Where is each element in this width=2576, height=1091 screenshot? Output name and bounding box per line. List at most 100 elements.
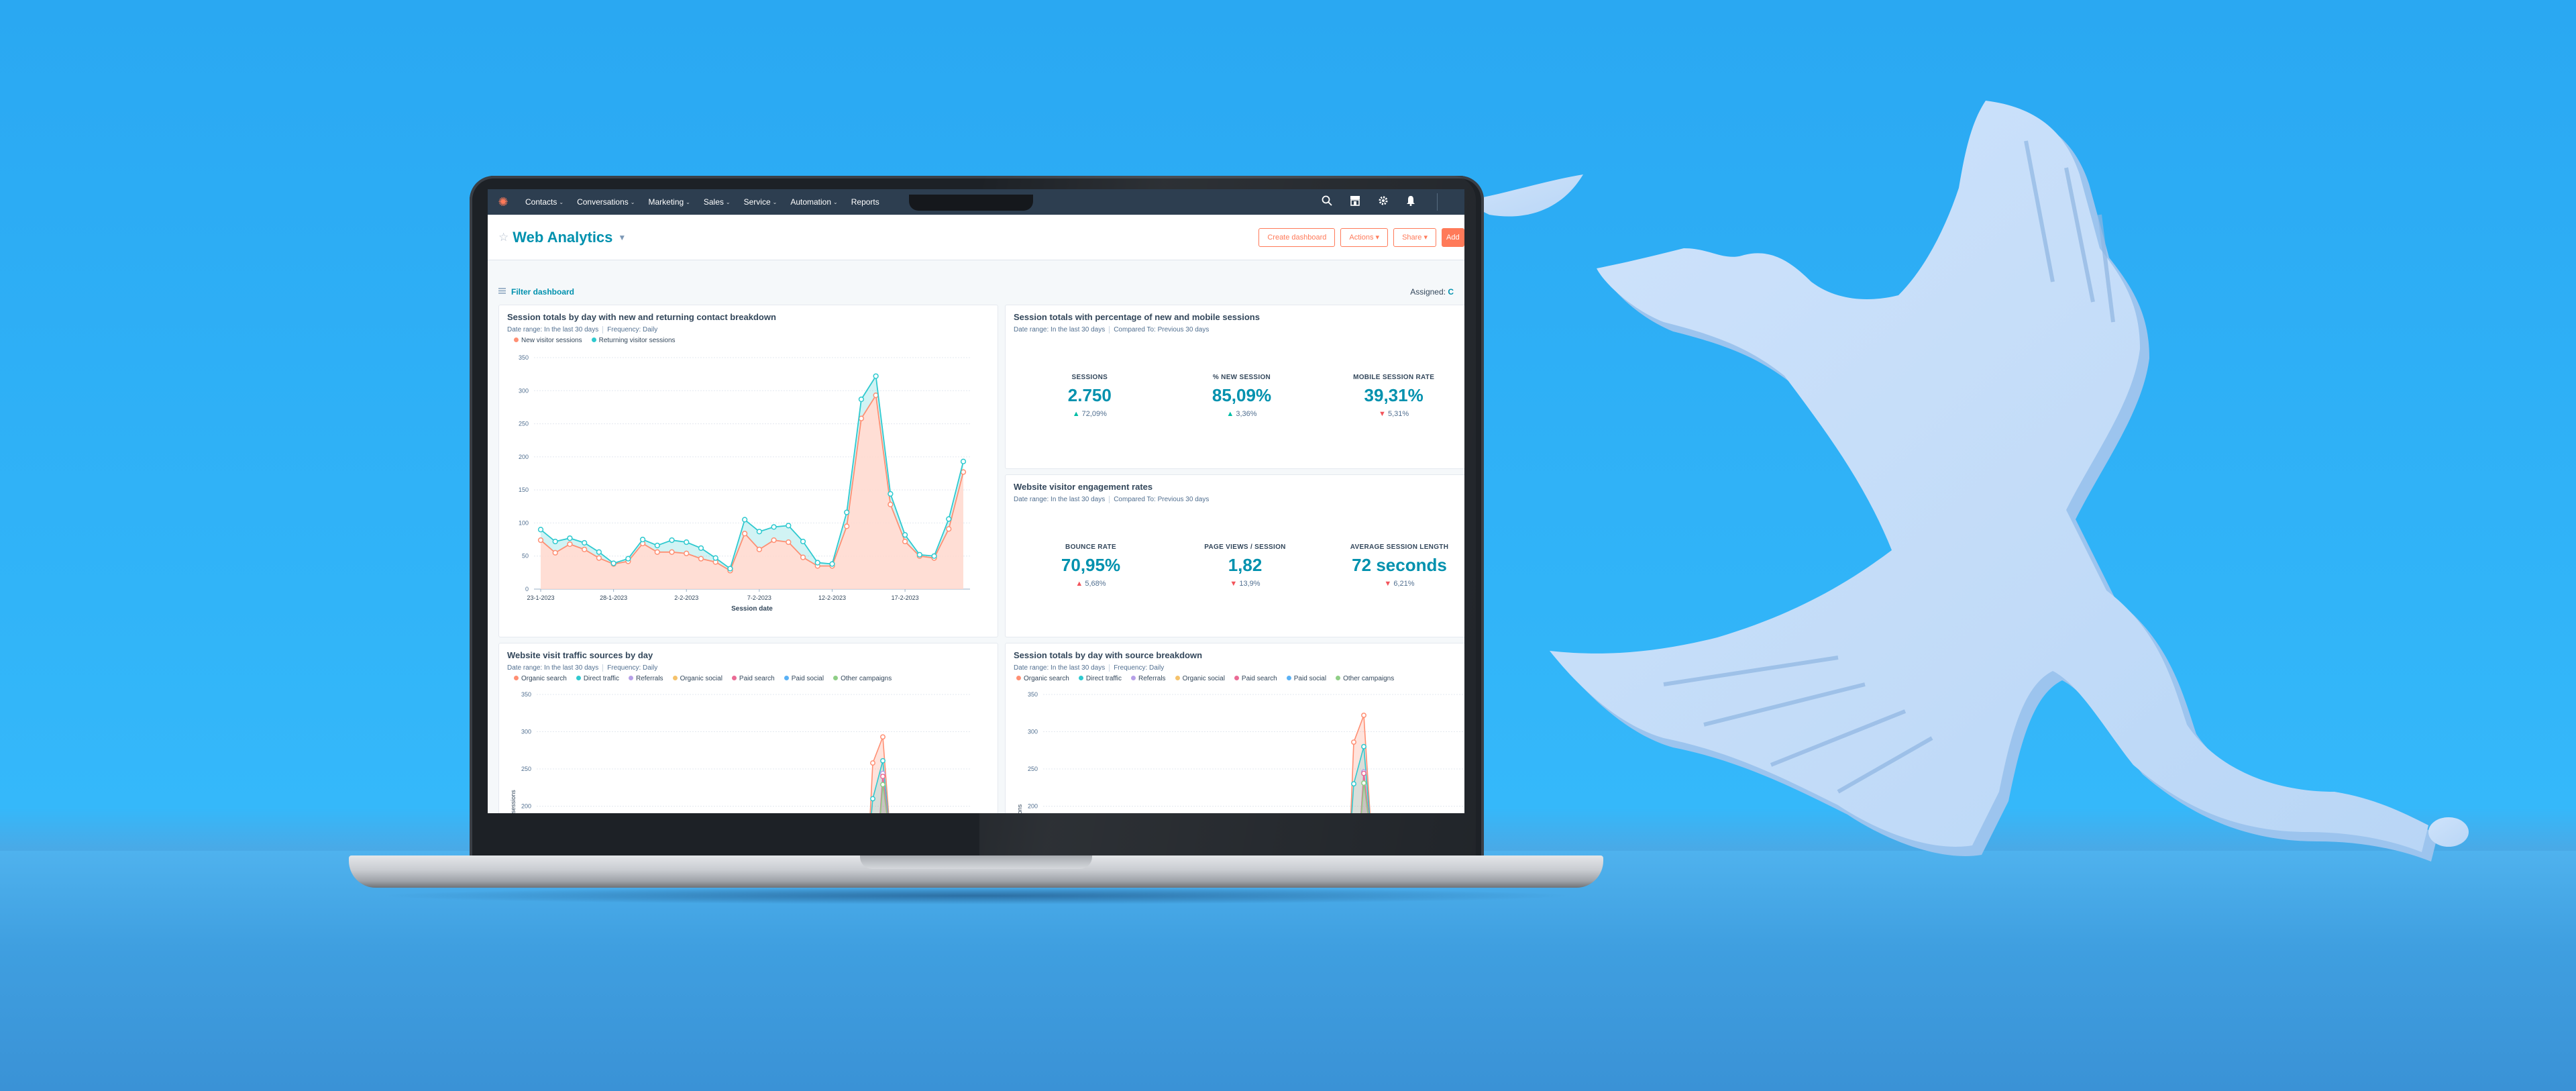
source-breakdown-chart: 200 250 300 350 Sessions [1016,691,1464,813]
kpi-change-value: 5,68% [1085,580,1106,588]
legend-dot-icon [591,337,596,343]
legend-dot-icon [833,676,839,681]
legend-dot-icon [672,676,678,681]
legend-dot-icon [1336,676,1341,681]
nav-item-conversations[interactable]: Conversations ⌄ [577,197,635,207]
new-visitor-point [756,546,763,553]
chevron-down-icon: ⌄ [686,199,690,205]
dashboard-switcher-caret-icon[interactable]: ▼ [618,233,626,242]
legend-item[interactable]: Other campaigns [833,675,892,682]
returning-visitor-point [567,535,573,541]
filter-sliders-icon [498,287,506,297]
legend-item[interactable]: Organic search [1016,675,1069,682]
legend-item[interactable]: Direct traffic [1078,675,1122,682]
kpi-change-value: 13,9% [1239,580,1260,588]
legend-label: Referrals [635,675,663,683]
legend-item[interactable]: Returning visitor sessions [591,337,676,345]
settings-icon[interactable] [1378,195,1389,209]
marketplace-icon[interactable] [1350,195,1360,209]
legend-dot-icon [1078,676,1083,681]
date-range: Date range: In the last 30 days [1014,496,1106,504]
x-tick-label: 7-2-2023 [747,594,771,601]
series-point [880,758,885,764]
returning-visitor-point [698,545,704,552]
search-icon[interactable] [1322,195,1332,209]
arrow-up-icon: ▲ [1226,410,1234,419]
new-visitor-point [684,550,690,557]
nav-item-reports[interactable]: Reports [851,197,879,207]
new-visitor-point [582,546,588,553]
kpi-sessions[interactable]: SESSIONS 2.750 ▲ 72,09% [1014,374,1165,418]
legend-item[interactable]: Paid social [1286,675,1326,682]
y-tick-label: 250 [1028,766,1038,772]
dashboard-title[interactable]: Web Analytics [513,229,612,246]
report-card-engagement[interactable]: Website visitor engagement rates Date ra… [1005,474,1464,637]
legend-item[interactable]: Referrals [1130,675,1166,683]
report-card-sessions-percentage[interactable]: Session totals with percentage of new an… [1005,305,1464,469]
legend-label: Referrals [1138,675,1166,683]
returning-visitor-point [610,560,616,566]
legend-item[interactable]: Paid social [784,675,824,682]
y-tick-label: 350 [521,691,531,698]
new-visitor-point [960,469,967,475]
legend-label: Other campaigns [841,675,892,683]
legend-dot-icon [784,676,789,681]
returning-visitor-point [814,560,820,566]
assigned-filter[interactable]: Assigned: C [1410,287,1454,297]
hubspot-logo-icon[interactable]: ✺ [494,195,512,209]
y-tick-label: 250 [521,766,531,772]
arrow-down-icon: ▼ [1384,580,1392,588]
actions-button[interactable]: Actions ▾ [1340,227,1389,247]
notifications-icon[interactable] [1406,195,1415,209]
legend-item[interactable]: Paid search [1234,675,1277,682]
kpi-change: ▲ 3,36% [1167,410,1317,418]
share-button[interactable]: Share ▾ [1393,227,1436,247]
returning-visitor-point [888,491,894,497]
legend-item[interactable]: Organic social [1175,675,1225,682]
legend-dot-icon [514,676,519,681]
legend-item[interactable]: New visitor sessions [514,337,582,344]
returning-visitor-point [712,555,718,561]
filter-dashboard-button[interactable]: Filter dashboard [498,287,574,297]
new-visitor-point [786,539,792,546]
series-point [1361,770,1366,776]
legend-item[interactable]: Organic social [672,675,722,682]
kpi-page-views-session[interactable]: PAGE VIEWS / SESSION 1,82 ▼ 13,9% [1169,543,1322,588]
create-dashboard-button[interactable]: Create dashboard [1258,227,1336,247]
nav-label: Marketing [648,197,684,207]
nav-item-automation[interactable]: Automation ⌄ [790,197,837,207]
nav-item-contacts[interactable]: Contacts ⌄ [525,197,564,207]
legend-item[interactable]: Other campaigns [1336,675,1394,682]
legend-item[interactable]: Direct traffic [576,675,619,682]
report-card-traffic-sources[interactable]: Website visit traffic sources by day Dat… [498,643,998,813]
kpi-change: ▼ 5,31% [1318,410,1464,418]
returning-visitor-point [552,539,558,545]
report-card-sessions-breakdown[interactable]: Session totals by day with new and retur… [498,305,998,637]
nav-item-service[interactable]: Service ⌄ [744,197,777,207]
nav-item-sales[interactable]: Sales ⌄ [704,197,731,207]
nav-item-marketing[interactable]: Marketing ⌄ [648,197,690,207]
kpi-mobile-session-rate[interactable]: MOBILE SESSION RATE 39,31% ▼ 5,31% [1318,374,1464,418]
add-report-button[interactable]: Add [1442,227,1464,247]
report-card-source-breakdown[interactable]: Session totals by day with source breakd… [1005,643,1464,813]
returning-visitor-point [741,517,748,523]
kpi--new-session[interactable]: % NEW SESSION 85,09% ▲ 3,36% [1167,374,1317,418]
legend-label: Paid search [1241,675,1277,683]
returning-visitor-point [916,552,922,558]
kpi-label: BOUNCE RATE [1065,543,1116,552]
legend-item[interactable]: Paid search [731,675,775,682]
kpi-average-session-length[interactable]: AVERAGE SESSION LENGTH 72 seconds ▼ 6,21% [1323,543,1464,588]
chevron-down-icon: ⌄ [725,199,731,205]
legend-item[interactable]: Organic search [514,675,567,682]
compared-to: Compared To: Previous 30 days [1114,496,1210,504]
legend-label: Returning visitor sessions [598,337,676,345]
date-range: Date range: In the last 30 days [507,664,599,672]
kpi-bounce-rate[interactable]: BOUNCE RATE 70,95% ▲ 5,68% [1014,543,1167,588]
legend-item[interactable]: Referrals [628,675,663,683]
card-meta: Date range: In the last 30 days Compared … [1014,496,1464,503]
series-point [880,774,885,780]
favorite-star-icon[interactable]: ☆ [498,231,508,244]
compared-to: Compared To: Previous 30 days [1114,326,1210,334]
returning-visitor-point [684,539,690,546]
series-point [1351,781,1356,787]
